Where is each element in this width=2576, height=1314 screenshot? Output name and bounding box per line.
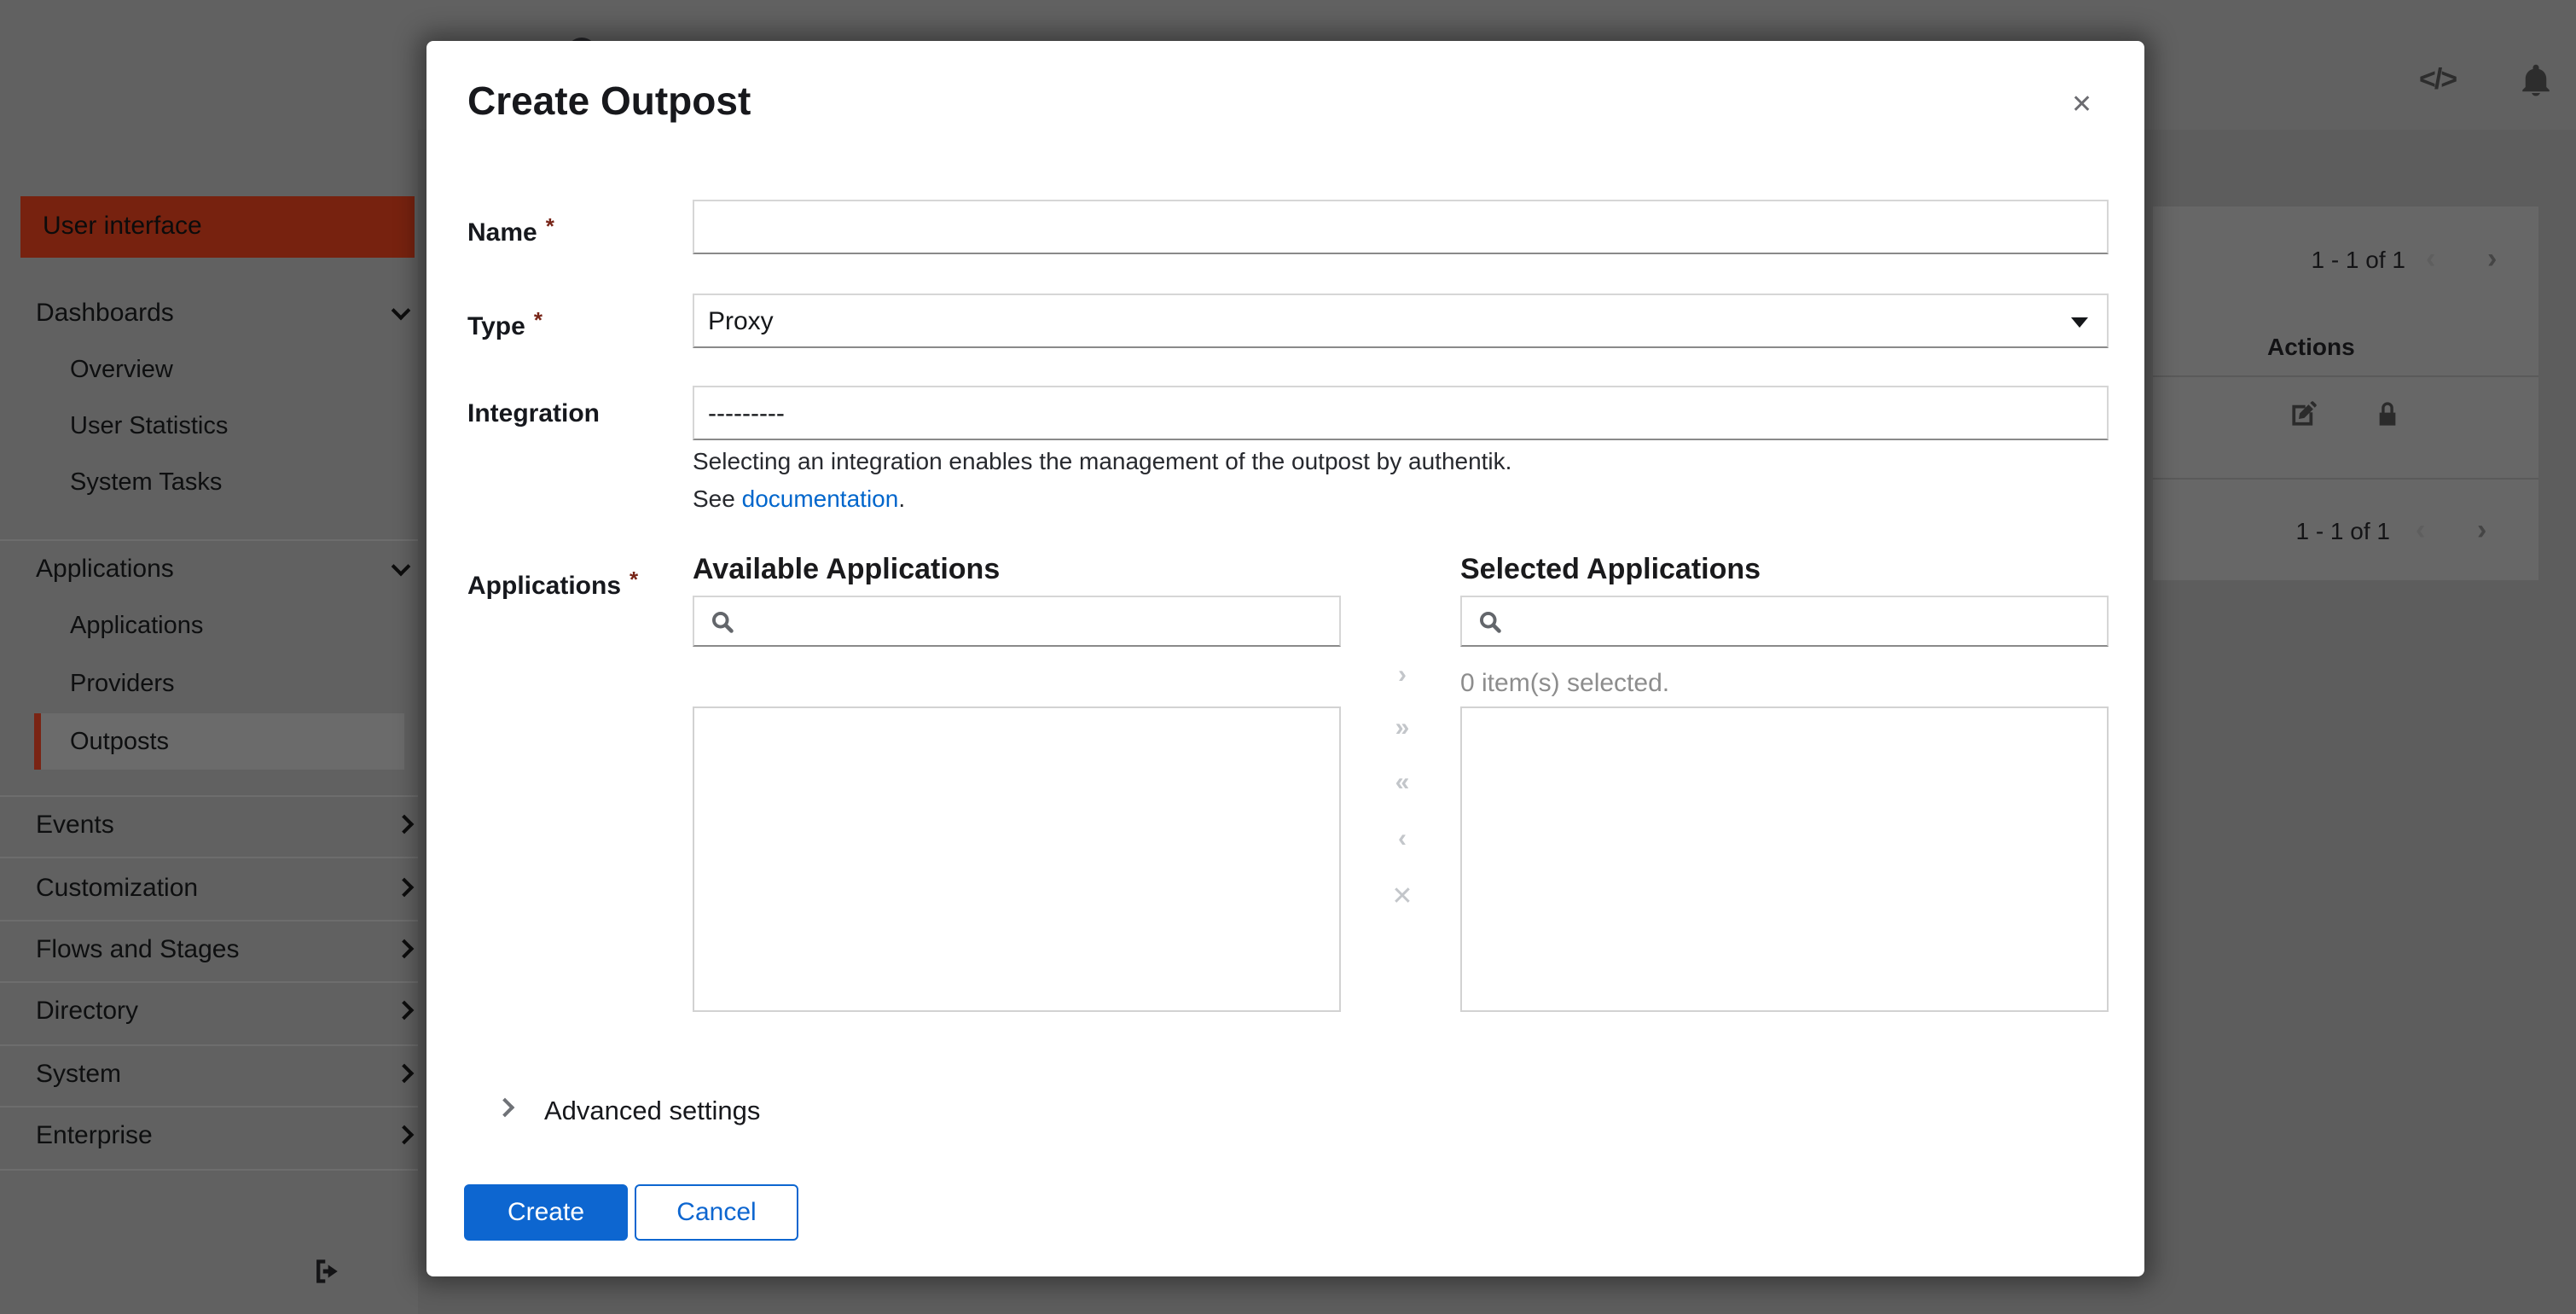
move-selected-left-button[interactable]: ‹	[1382, 824, 1423, 853]
screen: authentik </> User interface Dashboards …	[0, 0, 2576, 1314]
modal-title: Create Outpost	[467, 78, 751, 123]
sidebar-group-system[interactable]: System	[36, 1043, 377, 1104]
sidebar-group-flows-and-stages[interactable]: Flows and Stages	[36, 918, 377, 980]
selected-search-input[interactable]	[1510, 599, 2098, 643]
name-input[interactable]	[693, 200, 2109, 254]
sidebar-group-directory[interactable]: Directory	[36, 980, 377, 1041]
sidebar-item-user-statistics[interactable]: User Statistics	[70, 398, 377, 456]
edit-icon[interactable]	[2289, 399, 2318, 428]
sidebar-group-enterprise[interactable]: Enterprise	[36, 1104, 377, 1166]
integration-label: Integration	[467, 399, 600, 428]
api-code-icon[interactable]: </>	[2419, 63, 2457, 97]
table-divider	[2153, 478, 2538, 480]
integration-doc-line: See documentation.	[693, 485, 905, 512]
caret-down-icon	[2071, 317, 2088, 328]
available-search	[693, 596, 1341, 647]
name-label: Name *	[467, 213, 554, 247]
type-label-text: Type	[467, 312, 525, 341]
lock-icon[interactable]	[2373, 399, 2402, 428]
sidebar-item-user-interface[interactable]: User interface	[20, 196, 415, 258]
close-icon[interactable]: ✕	[2071, 89, 2092, 119]
sidebar-item-outposts[interactable]: Outposts	[70, 713, 377, 771]
notification-bell-icon[interactable]	[2518, 61, 2554, 101]
sidebar-item-providers[interactable]: Providers	[70, 655, 377, 713]
outposts-table-card: 1 - 1 of 1 ‹ › Actions 1 - 1 of 1 ‹ ›	[2153, 206, 2538, 580]
sidebar-item-applications[interactable]: Applications	[70, 597, 377, 655]
integration-select[interactable]: ---------	[693, 386, 2109, 440]
create-outpost-modal: Create Outpost ✕ Name * Type * Proxy Integ…	[426, 41, 2144, 1276]
move-all-left-button[interactable]: «	[1382, 768, 1423, 797]
pagination-next-icon[interactable]: ›	[2477, 515, 2486, 544]
name-label-text: Name	[467, 218, 537, 247]
search-icon	[712, 612, 734, 633]
pagination-next-icon[interactable]: ›	[2487, 244, 2497, 273]
pagination-prev-icon[interactable]: ‹	[2426, 244, 2435, 273]
type-select[interactable]: Proxy	[693, 294, 2109, 348]
applications-label: Applications *	[467, 567, 638, 601]
available-applications-list[interactable]	[693, 706, 1341, 1012]
type-label: Type *	[467, 307, 542, 341]
sidebar-group-dashboards[interactable]: Dashboards	[36, 282, 377, 343]
pagination-label: 1 - 1 of 1	[2311, 246, 2405, 273]
type-select-value: Proxy	[708, 306, 774, 335]
integration-help-text: Selecting an integration enables the man…	[693, 447, 1512, 474]
search-icon	[1480, 612, 1501, 633]
see-text: See	[693, 485, 742, 512]
advanced-settings-toggle[interactable]: Advanced settings	[544, 1097, 760, 1128]
required-marker: *	[629, 567, 639, 592]
chevron-right-icon	[495, 1097, 515, 1118]
applications-label-text: Applications	[467, 572, 622, 601]
table-divider	[2153, 375, 2538, 377]
sidebar-group-events[interactable]: Events	[36, 794, 377, 855]
sign-out-icon[interactable]	[312, 1256, 341, 1287]
selected-applications-list[interactable]	[1460, 706, 2109, 1012]
selected-applications-title: Selected Applications	[1460, 553, 1761, 585]
sidebar-item-overview[interactable]: Overview	[70, 341, 377, 399]
sidebar-item-system-tasks[interactable]: System Tasks	[70, 454, 377, 512]
integration-select-value: ---------	[708, 398, 785, 427]
required-marker: *	[545, 213, 554, 239]
documentation-link[interactable]: documentation	[742, 485, 899, 512]
period-text: .	[898, 485, 906, 512]
move-selected-right-button[interactable]: ›	[1382, 660, 1423, 689]
sidebar-selected-indicator	[34, 713, 41, 770]
actions-column-header: Actions	[2267, 333, 2355, 360]
available-search-input[interactable]	[742, 599, 1331, 643]
selected-search	[1460, 596, 2109, 647]
clear-selection-button[interactable]: ✕	[1382, 881, 1423, 911]
available-applications-title: Available Applications	[693, 553, 1001, 585]
pagination-prev-icon[interactable]: ‹	[2416, 515, 2425, 544]
sidebar-group-applications[interactable]: Applications	[36, 538, 377, 599]
selected-count: 0 item(s) selected.	[1460, 669, 1670, 698]
cancel-button[interactable]: Cancel	[635, 1184, 798, 1241]
pagination-label: 1 - 1 of 1	[2295, 517, 2390, 544]
sidebar-divider	[0, 1169, 418, 1171]
sidebar-group-customization[interactable]: Customization	[36, 857, 377, 918]
move-all-right-button[interactable]: »	[1382, 713, 1423, 742]
create-button[interactable]: Create	[464, 1184, 628, 1241]
required-marker: *	[533, 307, 542, 333]
